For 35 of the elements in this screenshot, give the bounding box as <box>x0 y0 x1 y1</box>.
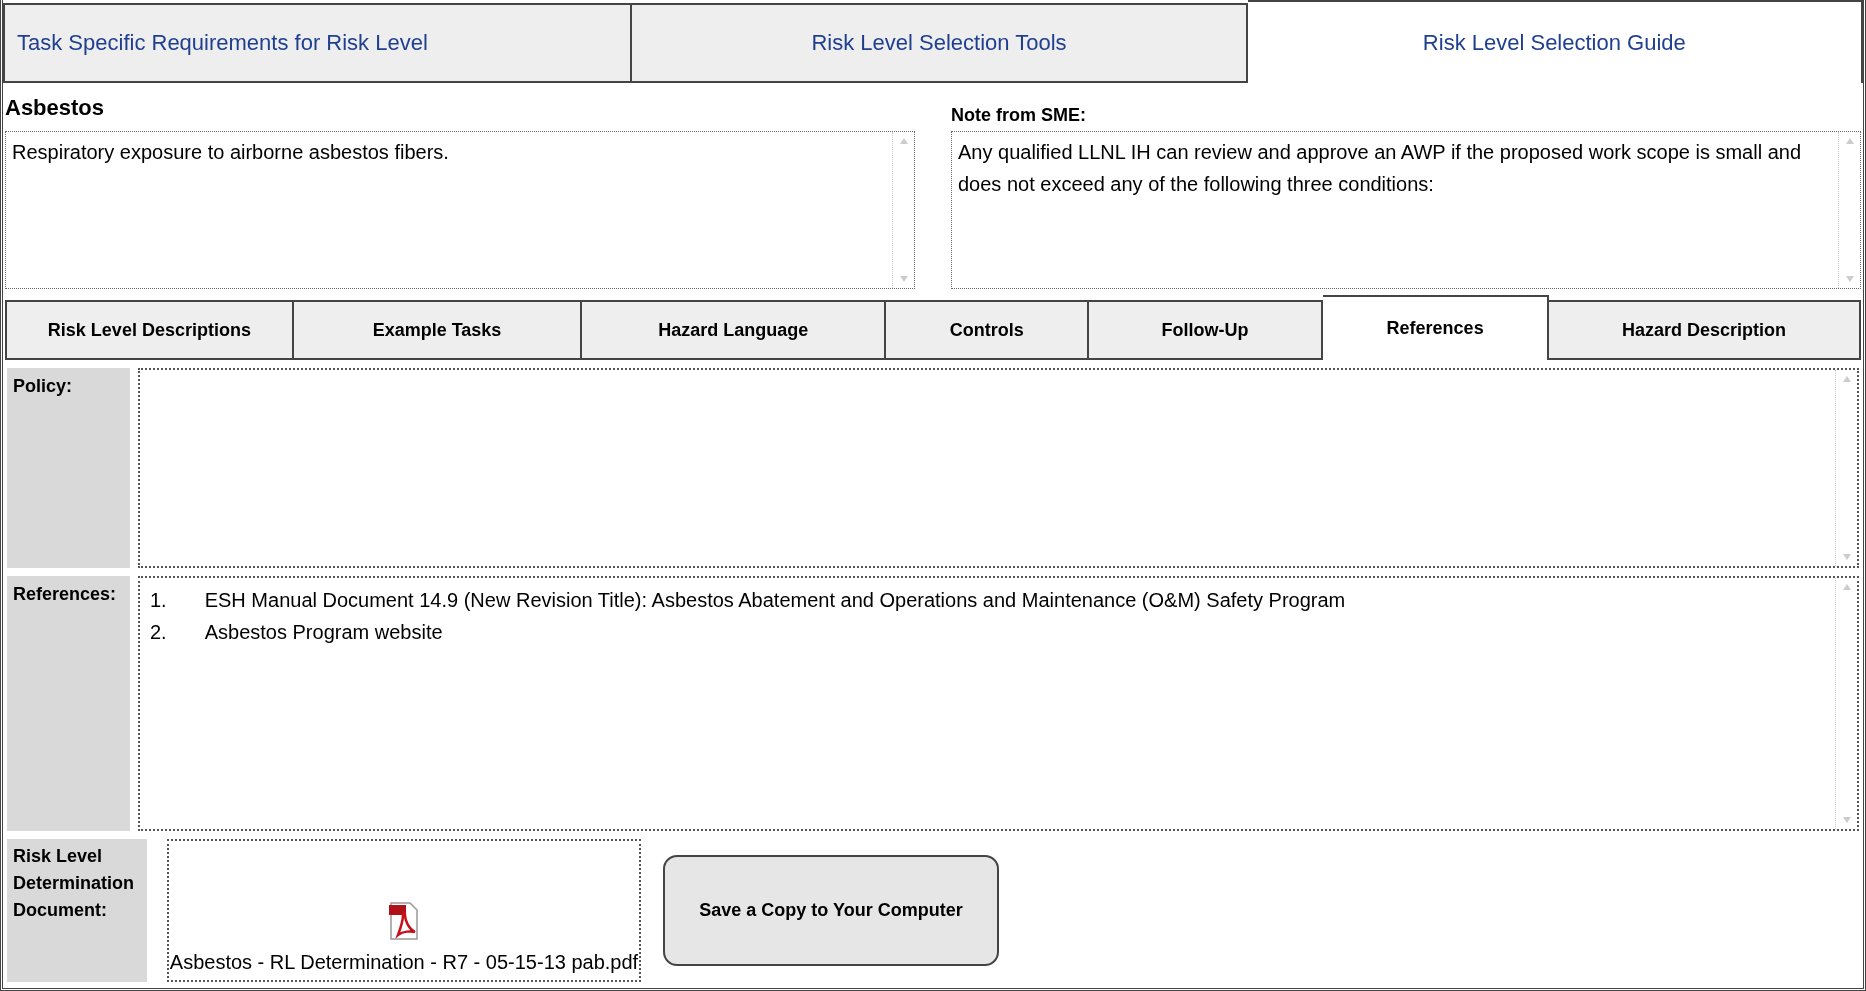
scroll-up-icon[interactable] <box>1845 138 1854 144</box>
reference-text: ESH Manual Document 14.9 (New Revision Title): Asbestos Abatement and Operations and Maintenance (O&M) Safety Program <box>204 588 1346 613</box>
file-name: Asbestos - RL Determination - R7 - 05-15-13 pab.pdf <box>169 951 639 974</box>
tab[interactable]: Risk Level Descriptions <box>5 300 294 358</box>
tab[interactable]: Risk Level Selection Tools <box>632 3 1248 83</box>
note-label: Note from SME: <box>951 105 1087 127</box>
scroll-up-icon[interactable] <box>1842 376 1851 382</box>
scroll-down-icon[interactable] <box>1842 817 1851 823</box>
reference-text: Asbestos Program website <box>204 620 443 645</box>
scroll-down-icon[interactable] <box>1845 276 1854 282</box>
tab[interactable]: Hazard Description <box>1549 300 1861 358</box>
attachment-field[interactable]: Asbestos - RL Determination - R7 - 05-15-13 pab.pdf <box>167 839 641 982</box>
tab[interactable]: Risk Level Selection Guide <box>1247 0 1863 83</box>
list-number: 1. <box>150 588 167 613</box>
scroll-down-icon[interactable] <box>1842 554 1851 560</box>
scroll-down-icon[interactable] <box>899 276 908 282</box>
tab[interactable]: Controls <box>886 300 1090 358</box>
note-field[interactable]: Any qualified LLNL IH can review and approve an AWP if the proposed work scope is small and does not exceed any of the following three conditions: <box>951 131 1861 289</box>
description-field[interactable]: Respiratory exposure to airborne asbestos fibers. <box>5 131 915 289</box>
list-number: 2. <box>150 620 167 645</box>
document-label: Risk Level Determination Document: <box>7 839 147 982</box>
tab[interactable]: Example Tasks <box>293 300 583 358</box>
scroll-up-icon[interactable] <box>899 138 908 144</box>
save-copy-button[interactable]: Save a Copy to Your Computer <box>663 855 999 966</box>
policy-label: Policy: <box>7 368 130 568</box>
policy-field[interactable] <box>138 368 1859 568</box>
pdf-file-icon <box>389 901 419 941</box>
references-label: References: <box>7 576 130 831</box>
hazard-title: Asbestos <box>5 95 106 122</box>
tab[interactable]: Follow-Up <box>1089 300 1324 358</box>
tab[interactable]: Hazard Language <box>582 300 887 358</box>
tab[interactable]: References <box>1323 295 1550 360</box>
references-field[interactable]: 1. ESH Manual Document 14.9 (New Revision Title): Asbestos Abatement and Operations and Maintenance (O&M) Safety Program 2. Asbestos Program website <box>138 576 1859 831</box>
tab[interactable]: Task Specific Requirements for Risk Level <box>3 3 633 83</box>
scroll-up-icon[interactable] <box>1842 584 1851 590</box>
